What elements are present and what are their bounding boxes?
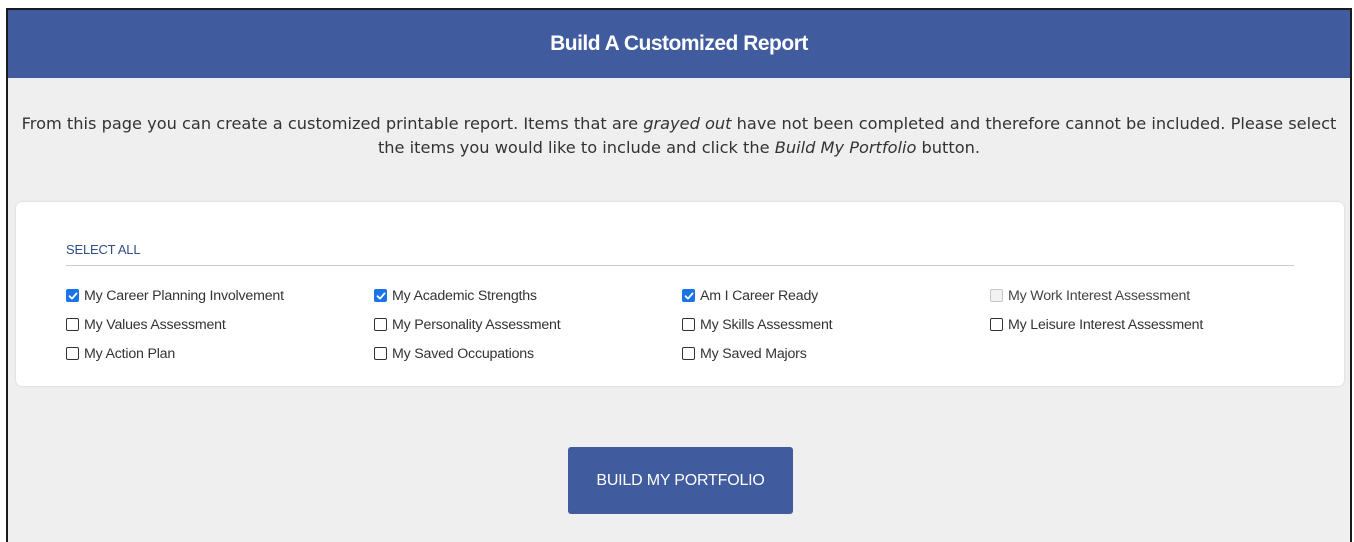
report-items-card: SELECT ALL My Career Planning Involvemen… bbox=[16, 202, 1344, 386]
report-item-option[interactable]: My Personality Assessment bbox=[374, 316, 561, 333]
page-title: Build A Customized Report bbox=[8, 10, 1350, 78]
report-items-row: My Career Planning Involvement My Academi… bbox=[66, 281, 1316, 310]
report-item-label: My Saved Occupations bbox=[392, 345, 534, 362]
report-item-checkbox[interactable] bbox=[66, 347, 79, 360]
report-item: My Saved Occupations bbox=[374, 346, 682, 362]
report-item-label: My Saved Majors bbox=[700, 345, 807, 362]
report-item-label: My Career Planning Involvement bbox=[84, 287, 284, 304]
select-all-link[interactable]: SELECT ALL bbox=[66, 242, 141, 257]
checkmark-icon bbox=[68, 292, 77, 299]
report-item-label: My Action Plan bbox=[84, 345, 176, 362]
report-item-label: Am I Career Ready bbox=[700, 287, 819, 304]
checkmark-icon bbox=[376, 292, 385, 299]
report-items-grid: My Career Planning Involvement My Academi… bbox=[66, 281, 1316, 368]
report-item-checkbox[interactable] bbox=[374, 289, 387, 302]
report-item: My Personality Assessment bbox=[374, 317, 682, 333]
intro-text-part: From this page you can create a customiz… bbox=[21, 114, 644, 133]
report-item-label: My Academic Strengths bbox=[392, 287, 537, 304]
report-item-option: My Work Interest Assessment bbox=[990, 288, 1190, 304]
report-item-label: My Values Assessment bbox=[84, 316, 226, 333]
report-item: My Action Plan bbox=[66, 346, 374, 362]
report-item-label: My Leisure Interest Assessment bbox=[1008, 316, 1204, 333]
report-item-label: My Skills Assessment bbox=[700, 316, 833, 333]
report-item-checkbox bbox=[990, 289, 1003, 302]
report-panel: Build A Customized Report From this page… bbox=[6, 8, 1352, 542]
report-item: My Skills Assessment bbox=[682, 317, 990, 333]
report-item: My Academic Strengths bbox=[374, 288, 682, 304]
report-items-row: My Action Plan My Saved Occupations My Sav… bbox=[66, 339, 1316, 368]
intro-emphasis-grayed-out: grayed out bbox=[643, 114, 732, 133]
report-item-checkbox[interactable] bbox=[682, 347, 695, 360]
report-item-option[interactable]: My Academic Strengths bbox=[374, 288, 537, 304]
page-title-text: Build A Customized Report bbox=[550, 32, 808, 55]
report-item-option[interactable]: My Saved Majors bbox=[682, 346, 807, 362]
report-item-checkbox[interactable] bbox=[374, 318, 387, 331]
report-item-checkbox[interactable] bbox=[66, 318, 79, 331]
report-item-label: My Work Interest Assessment bbox=[1008, 287, 1190, 304]
intro-emphasis-build-my-portfolio: Build My Portfolio bbox=[774, 138, 917, 157]
report-item-option[interactable]: My Values Assessment bbox=[66, 317, 226, 333]
report-item-checkbox[interactable] bbox=[990, 318, 1003, 331]
report-item-option[interactable]: My Career Planning Involvement bbox=[66, 288, 284, 304]
report-item-option[interactable]: My Leisure Interest Assessment bbox=[990, 317, 1203, 333]
report-items-row: My Values Assessment My Personality Asses… bbox=[66, 310, 1316, 339]
build-my-portfolio-button[interactable]: BUILD MY PORTFOLIO bbox=[568, 447, 793, 514]
intro-text: From this page you can create a customiz… bbox=[8, 112, 1350, 160]
report-item-checkbox[interactable] bbox=[682, 318, 695, 331]
intro-text-part: button. bbox=[916, 138, 981, 157]
report-item-checkbox[interactable] bbox=[66, 289, 79, 302]
report-item: Am I Career Ready bbox=[682, 288, 990, 304]
report-item-option[interactable]: My Saved Occupations bbox=[374, 346, 534, 362]
report-item: My Values Assessment bbox=[66, 317, 374, 333]
report-item-option[interactable]: Am I Career Ready bbox=[682, 288, 818, 304]
report-item-option[interactable]: My Skills Assessment bbox=[682, 316, 833, 333]
report-item: My Work Interest Assessment bbox=[990, 288, 1298, 304]
report-item: My Leisure Interest Assessment bbox=[990, 317, 1298, 333]
report-item-label: My Personality Assessment bbox=[392, 316, 561, 333]
report-item: My Saved Majors bbox=[682, 346, 990, 362]
checkmark-icon bbox=[684, 292, 693, 299]
report-item-option[interactable]: My Action Plan bbox=[66, 346, 175, 362]
report-item-checkbox[interactable] bbox=[682, 289, 695, 302]
divider bbox=[66, 265, 1294, 266]
report-item: My Career Planning Involvement bbox=[66, 288, 374, 304]
report-item-checkbox[interactable] bbox=[374, 347, 387, 360]
